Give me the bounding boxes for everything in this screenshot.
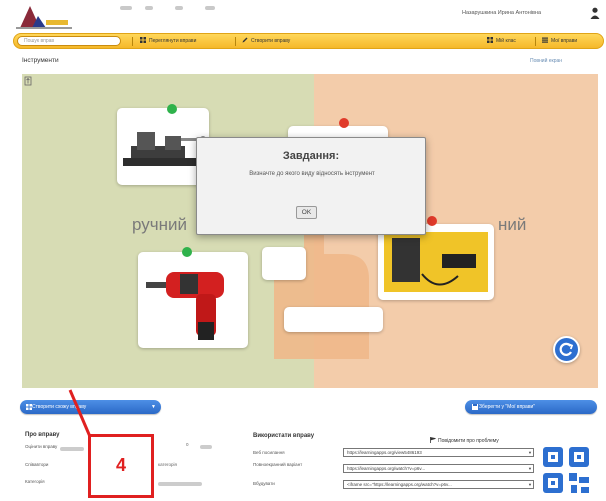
about-title: Про вправу xyxy=(25,432,60,438)
web-link-field[interactable]: https://learningapps.org/view5486193 ▼ xyxy=(343,448,534,457)
refresh-icon xyxy=(559,342,574,356)
list-icon xyxy=(542,37,548,43)
about-row-category: Категорія xyxy=(25,479,45,484)
about-row-coauthors: Співавтори xyxy=(25,462,49,467)
rating-bar[interactable] xyxy=(60,447,84,451)
header-faint-item xyxy=(205,6,215,10)
pencil-icon xyxy=(242,37,248,43)
create-similar-button[interactable]: Створити схожу вправу ▼ xyxy=(20,400,161,414)
electric-tool-image xyxy=(384,232,488,292)
fullscreen-link[interactable]: Повний екран xyxy=(530,58,562,64)
report-problem-link[interactable]: Повідомити про проблему xyxy=(430,437,499,444)
nav-browse-apps[interactable]: Переглянути вправи xyxy=(140,37,196,46)
nav-my-apps[interactable]: Мої вправи xyxy=(542,37,577,46)
site-logo[interactable] xyxy=(16,2,76,30)
user-name[interactable]: Назарушкина Ирина Антонівна xyxy=(462,10,541,16)
header-faint-item xyxy=(145,6,153,10)
qr-code-icon[interactable] xyxy=(543,447,591,495)
header-faint-item xyxy=(175,6,183,10)
nav-create-app[interactable]: Створити вправу xyxy=(242,37,290,46)
rating-value: 0 xyxy=(186,442,189,447)
tool-card-electric-tool[interactable] xyxy=(378,224,494,300)
status-dot-wrong xyxy=(427,216,437,226)
flag-icon xyxy=(430,437,436,443)
search-input[interactable]: Пошук вправ xyxy=(17,36,121,46)
category-bar xyxy=(158,482,202,486)
web-link-value: https://learningapps.org/view5486193 xyxy=(347,450,422,455)
rating-stars[interactable] xyxy=(200,445,212,449)
status-dot-correct xyxy=(182,247,192,257)
save-to-my-apps-button[interactable]: Зберегти у "Мої вправи" xyxy=(465,400,597,414)
usage-title: Використати вправу xyxy=(253,433,315,439)
annotation-number: 4 xyxy=(115,455,126,475)
chevron-down-icon: ▼ xyxy=(528,482,532,487)
web-link-label: Веб посилання xyxy=(253,450,285,455)
app-root: Назарушкина Ирина Антонівна Пошук вправ … xyxy=(0,0,606,501)
category-extra: категорія xyxy=(158,462,177,467)
empty-slot[interactable] xyxy=(284,307,383,332)
empty-slot[interactable] xyxy=(262,247,306,280)
scroll-icon[interactable] xyxy=(24,76,32,86)
nav-browse-label: Переглянути вправи xyxy=(149,38,197,44)
save-to-my-apps-label: Зберегти у "Мої вправи" xyxy=(479,404,536,410)
chevron-down-icon: ▼ xyxy=(528,450,532,455)
page-title: Інструменти xyxy=(22,57,59,64)
toolbar-divider xyxy=(132,37,133,46)
nav-create-label: Створити вправу xyxy=(251,38,291,44)
nav-my-class-label: Мій клас xyxy=(496,38,516,44)
header-faint-item xyxy=(120,6,132,10)
report-problem-label: Повідомити про проблему xyxy=(438,438,499,444)
tool-card-drill[interactable] xyxy=(138,252,248,348)
toolbar-divider xyxy=(535,37,536,46)
grid-icon xyxy=(140,37,146,43)
chevron-down-icon[interactable]: ▼ xyxy=(151,400,156,414)
main-toolbar: Пошук вправ Переглянути вправи Створити … xyxy=(13,33,604,49)
fullscreen-link-field[interactable]: https://learningapps.org/watch?v=p6v... ▼ xyxy=(343,464,534,473)
drill-image xyxy=(146,272,224,340)
zone-label-manual: ручний xyxy=(132,215,188,234)
save-icon xyxy=(472,404,478,410)
fullscreen-label: Повноекранний варіант xyxy=(253,462,303,467)
site-header: Назарушкина Ирина Антонівна xyxy=(0,0,606,32)
zone-label-electric: ний xyxy=(498,215,527,234)
dialog-text: Визначте до якого виду відносять інструм… xyxy=(249,171,375,177)
toolbar-divider xyxy=(235,37,236,46)
status-dot-wrong xyxy=(339,118,349,128)
chevron-down-icon: ▼ xyxy=(528,466,532,471)
dialog-title: Завдання: xyxy=(282,150,340,162)
status-dot-correct xyxy=(167,104,177,114)
nav-my-apps-label: Мої вправи xyxy=(551,38,578,44)
embed-label: Вбудувати xyxy=(253,481,275,486)
grid-icon xyxy=(487,37,493,43)
nav-my-class[interactable]: Мій клас xyxy=(487,37,516,46)
user-icon[interactable] xyxy=(590,7,600,19)
grid-icon xyxy=(26,404,32,410)
fullscreen-link-value: https://learningapps.org/watch?v=p6v... xyxy=(347,466,426,471)
ok-button[interactable]: OK xyxy=(296,206,317,219)
check-button[interactable] xyxy=(553,336,580,363)
embed-code-value: <iframe src="https://learningapps.org/wa… xyxy=(347,482,452,487)
embed-code-field[interactable]: <iframe src="https://learningapps.org/wa… xyxy=(343,480,534,489)
about-row-rate[interactable]: Оцінити вправу xyxy=(25,444,57,449)
create-similar-label: Створити схожу вправу xyxy=(32,404,87,410)
annotation-callout: 4 xyxy=(88,434,154,498)
task-dialog: Завдання: Визначте до якого виду віднося… xyxy=(196,137,426,235)
